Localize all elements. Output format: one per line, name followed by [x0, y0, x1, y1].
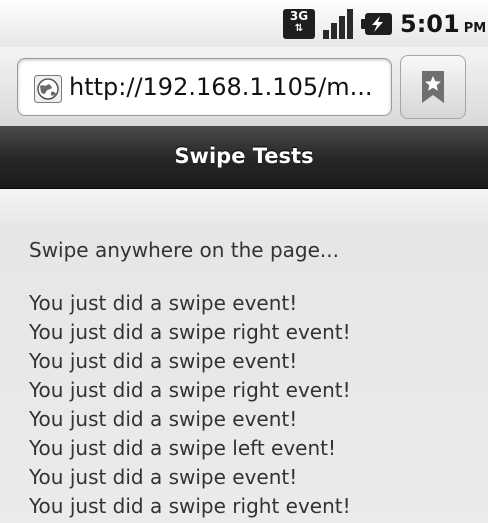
network-type-label: 3G	[289, 9, 309, 23]
event-log: You just did a swipe event! You just did…	[29, 289, 351, 521]
status-clock: 5:01 PM	[400, 8, 486, 40]
event-log-item: You just did a swipe left event!	[29, 436, 337, 460]
data-arrows-icon: ⇅	[294, 23, 304, 34]
event-log-item: You just did a swipe right event!	[29, 494, 351, 518]
event-log-item: You just did a swipe event!	[29, 349, 298, 373]
globe-icon	[34, 75, 62, 103]
status-time-ampm: PM	[463, 21, 487, 36]
url-field[interactable]: http://192.168.1.105/m...	[17, 58, 392, 116]
event-log-item: You just did a swipe right event!	[29, 378, 351, 402]
url-text: http://192.168.1.105/m...	[69, 73, 373, 101]
bookmark-button[interactable]	[400, 55, 466, 119]
page-header: Swipe Tests	[0, 126, 488, 189]
network-3g-icon: 3G ⇅	[283, 9, 315, 39]
signal-icon	[323, 9, 353, 39]
battery-charging-icon	[361, 13, 392, 35]
instruction-text: Swipe anywhere on the page...	[29, 238, 339, 262]
swipe-area[interactable]: Swipe anywhere on the page... You just d…	[0, 189, 488, 523]
bookmark-icon	[422, 71, 444, 103]
event-log-item: You just did a swipe right event!	[29, 320, 351, 344]
event-log-item: You just did a swipe event!	[29, 465, 298, 489]
event-log-item: You just did a swipe event!	[29, 291, 298, 315]
browser-toolbar: http://192.168.1.105/m...	[0, 47, 488, 127]
status-bar: 3G ⇅ 5:01 PM	[0, 0, 488, 47]
page-title: Swipe Tests	[174, 144, 314, 168]
status-time-value: 5:01	[400, 10, 460, 38]
event-log-item: You just did a swipe event!	[29, 407, 298, 431]
